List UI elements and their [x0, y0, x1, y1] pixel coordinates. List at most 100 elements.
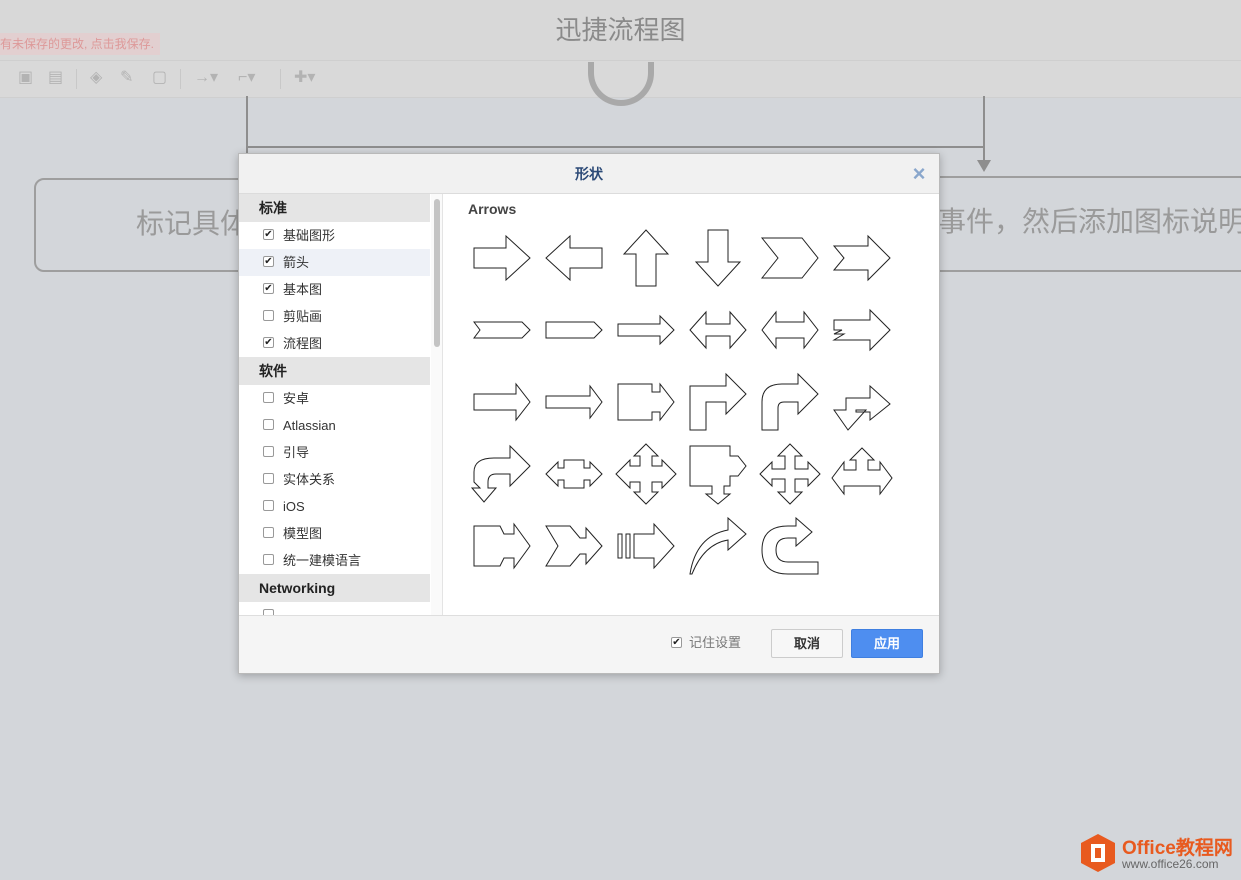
close-icon[interactable]: × — [909, 163, 929, 185]
canvas-node-left[interactable]: 标记具体 — [34, 178, 254, 272]
category-header: 软件 — [239, 357, 430, 385]
category-checkbox[interactable] — [263, 554, 274, 565]
category-label: iOS — [283, 499, 305, 514]
outline-arrow-right-slim-icon[interactable] — [542, 370, 606, 434]
category-item[interactable]: Atlassian — [239, 412, 430, 439]
category-checkbox[interactable] — [263, 527, 274, 538]
app-title: 迅捷流程图 — [0, 0, 1241, 60]
double-arrow-icon[interactable] — [686, 298, 750, 362]
dialog-footer: ✔ 记住设置 取消 应用 — [239, 615, 939, 673]
hook-arrow-icon[interactable] — [758, 514, 822, 578]
outline-arrow-right-icon[interactable] — [470, 370, 534, 434]
block-arrow-right-icon[interactable] — [614, 370, 678, 434]
category-label: 箭头 — [283, 255, 310, 270]
category-item[interactable]: iOS — [239, 493, 430, 520]
double-arrow-wide-icon[interactable] — [758, 298, 822, 362]
shape-panel: Arrows — [444, 194, 939, 615]
category-label: 基础图形 — [283, 228, 336, 243]
chevron-icon[interactable] — [758, 226, 822, 290]
apply-button[interactable]: 应用 — [851, 629, 923, 658]
category-item[interactable]: ✔ 基本图 — [239, 276, 430, 303]
category-label: 安卓 — [283, 391, 310, 406]
dialog-title: 形状 — [575, 166, 603, 182]
arrow-up-icon[interactable] — [614, 226, 678, 290]
line-color-icon[interactable]: ✎ — [120, 69, 133, 87]
category-item[interactable]: 模型图 — [239, 520, 430, 547]
office-logo-icon — [1081, 834, 1115, 872]
bent-arrow-icon[interactable] — [686, 370, 750, 434]
curved-arrow-icon[interactable] — [686, 514, 750, 578]
cross-arrow-icon[interactable] — [758, 442, 822, 506]
corner-arrow-icon[interactable] — [686, 442, 750, 506]
category-item[interactable]: 安卓 — [239, 385, 430, 412]
bent-down-arrow-icon[interactable] — [830, 370, 894, 434]
canvas-node-right[interactable]: 事件，然后添加图标说明 — [930, 176, 1241, 272]
category-checkbox[interactable]: ✔ — [263, 229, 274, 240]
category-checkbox[interactable] — [263, 419, 274, 430]
arrow-left-icon[interactable] — [542, 226, 606, 290]
waypoints-icon[interactable]: ⌐▾ — [238, 69, 255, 87]
u-turn-arrow-icon[interactable] — [470, 442, 534, 506]
arrow-down-icon[interactable] — [686, 226, 750, 290]
category-checkbox[interactable] — [263, 446, 274, 457]
category-label: 引导 — [283, 445, 310, 460]
scrollbar-thumb[interactable] — [434, 199, 440, 347]
canvas-node-text: 事件，然后添加图标说明 — [938, 206, 1241, 237]
curved-bent-arrow-icon[interactable] — [758, 370, 822, 434]
category-item[interactable] — [239, 602, 430, 615]
dialog-header: 形状 × — [239, 154, 939, 194]
toolbar-separator — [76, 69, 77, 89]
shapes-dialog: 形状 × 标准 ✔ 基础图形 ✔ 箭头 ✔ 基本图 剪贴画 ✔ 流程图 软件 安卓 Atlassian 引… — [238, 153, 940, 674]
category-checkbox[interactable]: ✔ — [263, 256, 274, 267]
shadow-icon[interactable]: ▢ — [152, 69, 167, 87]
connector-arrowhead — [977, 160, 991, 172]
category-item[interactable]: ✔ 箭头 — [239, 249, 430, 276]
category-checkbox[interactable] — [263, 310, 274, 321]
category-header: Networking — [239, 574, 430, 602]
category-scrollbar[interactable] — [431, 194, 443, 615]
category-label: 实体关系 — [283, 472, 336, 487]
tag-right-icon[interactable] — [470, 298, 534, 362]
left-right-callout-icon[interactable] — [542, 442, 606, 506]
category-item[interactable]: ✔ 基础图形 — [239, 222, 430, 249]
category-checkbox[interactable]: ✔ — [263, 337, 274, 348]
pentagon-right-icon[interactable] — [542, 298, 606, 362]
striped-arrow-icon[interactable] — [830, 298, 894, 362]
to-back-icon[interactable]: ▤ — [48, 69, 63, 87]
canvas-node-text: 标记具体 — [136, 208, 249, 239]
arrow-right-icon[interactable] — [470, 226, 534, 290]
insert-icon[interactable]: ✚▾ — [294, 69, 315, 87]
category-checkbox[interactable] — [263, 500, 274, 511]
notched-arrow-icon[interactable] — [830, 226, 894, 290]
connector-line — [246, 146, 984, 148]
fill-color-icon[interactable]: ◈ — [90, 69, 102, 87]
category-item[interactable]: 引导 — [239, 439, 430, 466]
category-checkbox[interactable] — [263, 473, 274, 484]
category-item[interactable]: 剪贴画 — [239, 303, 430, 330]
category-checkbox[interactable] — [263, 392, 274, 403]
cancel-button[interactable]: 取消 — [771, 629, 843, 658]
category-label: 统一建模语言 — [283, 553, 362, 568]
canvas-circle-shape — [588, 62, 654, 106]
slim-arrow-right-icon[interactable] — [614, 298, 678, 362]
to-front-icon[interactable]: ▣ — [18, 69, 33, 87]
quad-arrow-icon[interactable] — [614, 442, 678, 506]
app-title-text: 迅捷流程图 — [555, 15, 686, 45]
category-label: Atlassian — [283, 418, 336, 433]
remember-settings[interactable]: ✔ 记住设置 — [671, 634, 741, 652]
striped-block-arrow-icon[interactable] — [614, 514, 678, 578]
category-item[interactable]: 统一建模语言 — [239, 547, 430, 574]
toolbar-separator — [180, 69, 181, 89]
category-checkbox[interactable]: ✔ — [263, 283, 274, 294]
connection-icon[interactable]: →▾ — [194, 69, 218, 87]
watermark-title: Office教程网 — [1122, 838, 1233, 859]
tri-arrow-icon[interactable] — [830, 442, 894, 506]
category-item[interactable]: 实体关系 — [239, 466, 430, 493]
category-label: 流程图 — [283, 336, 323, 351]
split-arrow-icon[interactable] — [542, 514, 606, 578]
remember-checkbox[interactable]: ✔ — [671, 637, 682, 648]
unsaved-notice[interactable]: 有未保存的更改, 点击我保存. — [0, 33, 161, 55]
category-item[interactable]: ✔ 流程图 — [239, 330, 430, 357]
category-list: 标准 ✔ 基础图形 ✔ 箭头 ✔ 基本图 剪贴画 ✔ 流程图 软件 安卓 Atlassian 引导 实体关系… — [239, 194, 430, 615]
notched-block-arrow-icon[interactable] — [470, 514, 534, 578]
